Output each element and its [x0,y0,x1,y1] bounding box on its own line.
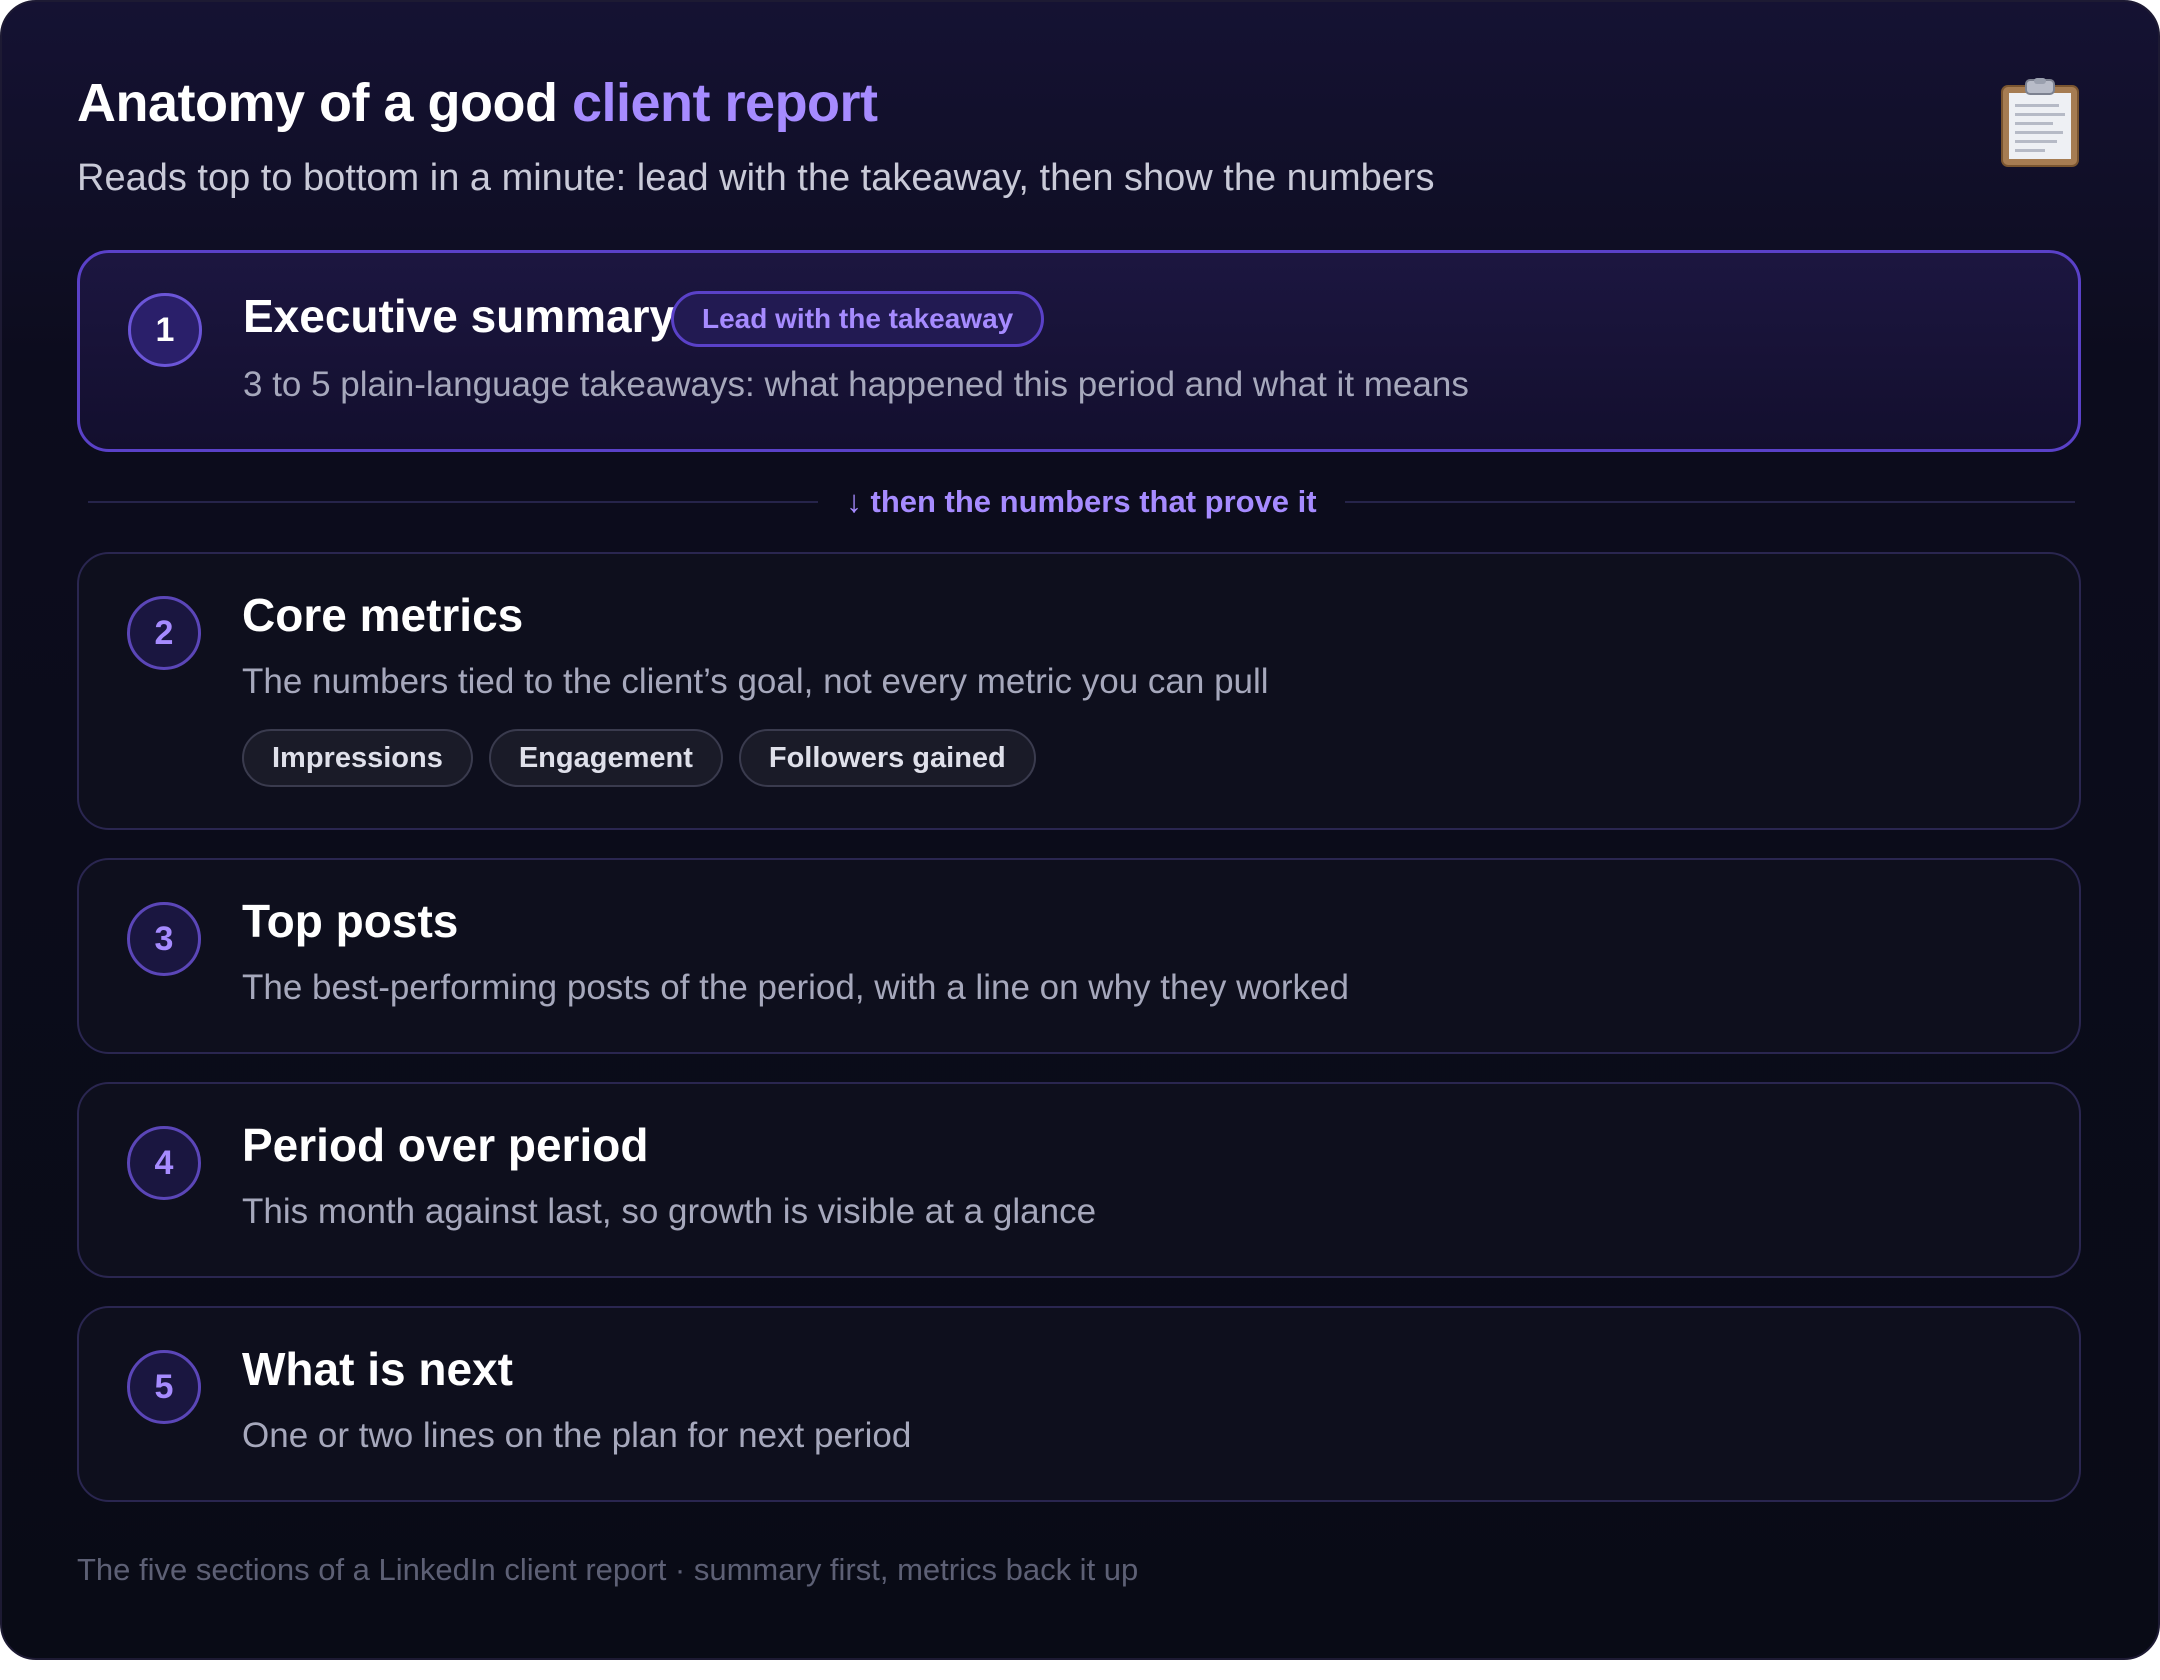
step-number-badge: 5 [127,1350,201,1424]
section-description: One or two lines on the plan for next pe… [242,1416,912,1455]
chip-impressions: Impressions [242,729,473,787]
step-number-badge: 3 [127,902,201,976]
section-description: The best-performing posts of the period,… [242,968,1349,1007]
step-number-badge: 4 [127,1126,201,1200]
section-description: This month against last, so growth is vi… [242,1192,1097,1231]
numbers-divider: ↓ then the numbers that prove it [88,482,2075,522]
lead-takeaway-tag: Lead with the takeaway [671,291,1045,347]
section-description: 3 to 5 plain-language takeaways: what ha… [243,365,1469,404]
clipboard-icon [2001,78,2079,167]
section-top-posts: 3 Top posts The best-performing posts of… [77,858,2081,1054]
title-prefix: Anatomy of a good [77,73,572,133]
divider-label: ↓ then the numbers that prove it [846,484,1317,519]
footer-caption: The five sections of a LinkedIn client r… [77,1552,1139,1587]
section-title: What is next [242,1343,513,1395]
metric-chips: Impressions Engagement Followers gained [242,729,1036,787]
page-subtitle: Reads top to bottom in a minute: lead wi… [77,157,1435,199]
step-number-badge: 1 [128,293,202,367]
section-core-metrics: 2 Core metrics The numbers tied to the c… [77,552,2081,830]
step-number-badge: 2 [127,596,201,670]
chip-followers-gained: Followers gained [738,729,1036,787]
chip-engagement: Engagement [488,729,723,787]
section-what-is-next: 5 What is next One or two lines on the p… [77,1306,2081,1502]
section-description: The numbers tied to the client’s goal, n… [242,662,1269,701]
page-title: Anatomy of a good client report [77,72,878,134]
section-title: Executive summary [243,290,676,342]
section-title: Top posts [242,895,459,947]
section-period-over-period: 4 Period over period This month against … [77,1082,2081,1278]
divider-line-right [1344,501,2075,503]
section-title: Period over period [242,1119,649,1171]
title-accent: client report [571,73,878,133]
section-title: Core metrics [242,589,524,641]
divider-line-left [88,501,819,503]
report-anatomy-card: Anatomy of a good client report Reads to… [0,0,2160,1660]
section-executive-summary: 1 Executive summary Lead with the takeaw… [77,250,2081,452]
